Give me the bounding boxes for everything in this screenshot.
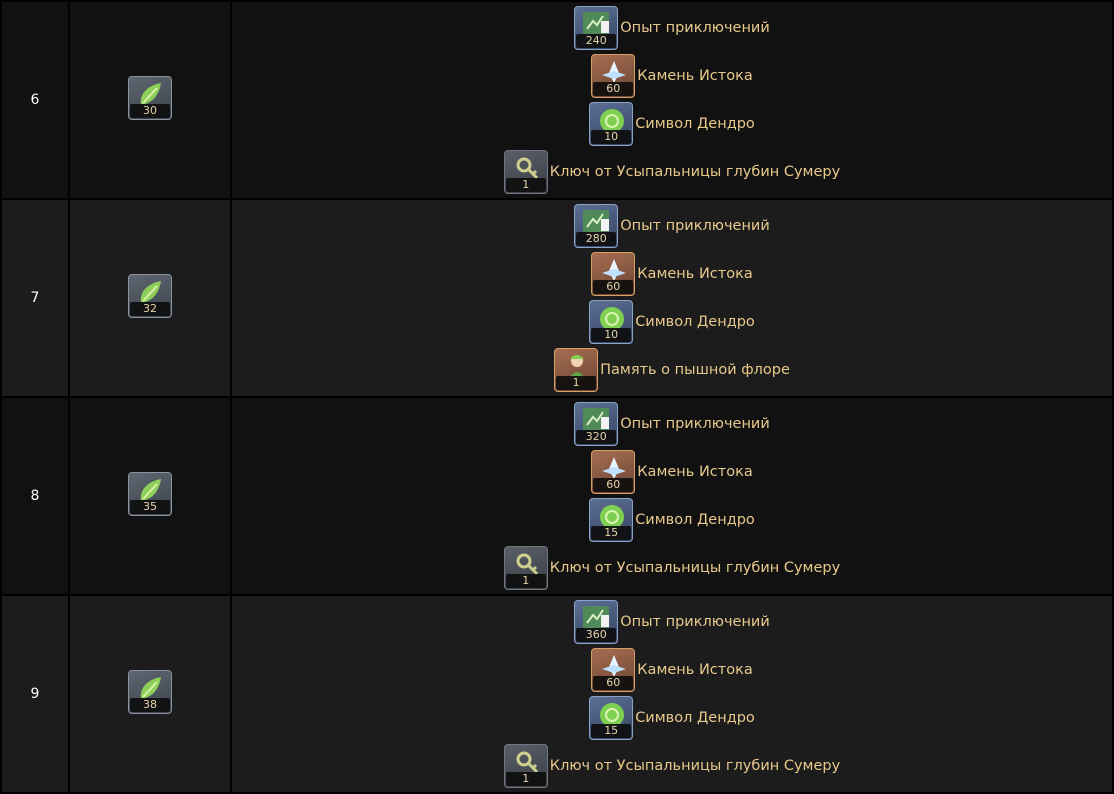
reward-name: Опыт приключений xyxy=(620,416,770,432)
item-count: 280 xyxy=(576,232,617,246)
reward-name: Ключ от Усыпальницы глубин Сумеру xyxy=(549,560,841,576)
reward-item[interactable]: 320 Опыт приключений xyxy=(574,400,770,448)
reward-item[interactable]: 240 Опыт приключений xyxy=(574,4,770,52)
reward-item[interactable]: 60 Камень Истока xyxy=(591,250,753,298)
dendro-leaf-token-icon[interactable]: 32 xyxy=(128,274,172,318)
adventure-exp-icon: 240 xyxy=(574,6,619,50)
reward-name: Ключ от Усыпальницы глубин Сумеру xyxy=(549,164,841,180)
reward-item[interactable]: 1 Ключ от Усыпальницы глубин Сумеру xyxy=(503,742,841,790)
crypt-key-icon: 1 xyxy=(503,150,548,194)
item-count: 10 xyxy=(591,130,632,144)
reward-name: Камень Истока xyxy=(637,662,753,678)
item-count: 15 xyxy=(591,724,632,738)
dendro-sigil-icon: 10 xyxy=(589,102,634,146)
reward-name: Опыт приключений xyxy=(620,20,770,36)
rewards-table: 6 30 240 Опыт приключений 60 Камень Исто… xyxy=(0,0,1114,794)
reward-name: Символ Дендро xyxy=(635,314,755,330)
flora-memory-figure-icon: 1 xyxy=(554,348,599,392)
item-count: 1 xyxy=(505,178,546,192)
reward-item[interactable]: 1 Память о пышной флоре xyxy=(554,346,790,394)
item-count: 15 xyxy=(591,526,632,540)
item-count: 60 xyxy=(593,478,634,492)
reward-item[interactable]: 10 Символ Дендро xyxy=(589,298,755,346)
reward-item[interactable]: 60 Камень Истока xyxy=(591,52,753,100)
rewards-cell: 360 Опыт приключений 60 Камень Истока 15… xyxy=(230,594,1114,794)
reward-name: Память о пышной флоре xyxy=(600,362,790,378)
item-count: 320 xyxy=(576,430,617,444)
reward-item[interactable]: 1 Ключ от Усыпальницы глубин Сумеру xyxy=(503,544,841,592)
item-count: 1 xyxy=(505,772,546,786)
reward-name: Камень Истока xyxy=(637,464,753,480)
crypt-key-icon: 1 xyxy=(503,546,548,590)
item-count: 60 xyxy=(593,676,634,690)
item-count: 30 xyxy=(130,104,170,118)
rewards-cell: 280 Опыт приключений 60 Камень Истока 10… xyxy=(230,198,1114,398)
dendro-leaf-token-icon[interactable]: 35 xyxy=(128,472,172,516)
level-number: 8 xyxy=(0,396,70,596)
item-count: 60 xyxy=(593,280,634,294)
primogem-icon: 60 xyxy=(591,648,636,692)
item-count: 32 xyxy=(130,302,170,316)
reward-item[interactable]: 360 Опыт приключений xyxy=(574,598,770,646)
level-number: 9 xyxy=(0,594,70,794)
table-row: 9 38 360 Опыт приключений 60 Камень Исто… xyxy=(0,594,1114,794)
reward-item[interactable]: 15 Символ Дендро xyxy=(589,694,755,742)
table-row: 6 30 240 Опыт приключений 60 Камень Исто… xyxy=(0,0,1114,200)
dendro-sigil-icon: 15 xyxy=(589,498,634,542)
reward-name: Опыт приключений xyxy=(620,614,770,630)
reward-item[interactable]: 10 Символ Дендро xyxy=(589,100,755,148)
item-count: 10 xyxy=(591,328,632,342)
item-count: 1 xyxy=(556,376,597,390)
level-number: 6 xyxy=(0,0,70,200)
reward-item[interactable]: 280 Опыт приключений xyxy=(574,202,770,250)
item-count: 360 xyxy=(576,628,617,642)
cost-cell: 38 xyxy=(68,594,232,794)
reward-name: Символ Дендро xyxy=(635,512,755,528)
crypt-key-icon: 1 xyxy=(503,744,548,788)
table-row: 7 32 280 Опыт приключений 60 Камень Исто… xyxy=(0,198,1114,398)
dendro-leaf-token-icon[interactable]: 30 xyxy=(128,76,172,120)
adventure-exp-icon: 280 xyxy=(574,204,619,248)
reward-name: Символ Дендро xyxy=(635,116,755,132)
item-count: 240 xyxy=(576,34,617,48)
reward-item[interactable]: 15 Символ Дендро xyxy=(589,496,755,544)
item-count: 38 xyxy=(130,698,170,712)
rewards-cell: 240 Опыт приключений 60 Камень Истока 10… xyxy=(230,0,1114,200)
level-number: 7 xyxy=(0,198,70,398)
reward-name: Символ Дендро xyxy=(635,710,755,726)
reward-name: Камень Истока xyxy=(637,68,753,84)
reward-name: Камень Истока xyxy=(637,266,753,282)
primogem-icon: 60 xyxy=(591,54,636,98)
table-row: 8 35 320 Опыт приключений 60 Камень Исто… xyxy=(0,396,1114,596)
cost-cell: 30 xyxy=(68,0,232,200)
primogem-icon: 60 xyxy=(591,252,636,296)
reward-name: Опыт приключений xyxy=(620,218,770,234)
item-count: 60 xyxy=(593,82,634,96)
adventure-exp-icon: 360 xyxy=(574,600,619,644)
dendro-leaf-token-icon[interactable]: 38 xyxy=(128,670,172,714)
cost-cell: 32 xyxy=(68,198,232,398)
item-count: 1 xyxy=(505,574,546,588)
cost-cell: 35 xyxy=(68,396,232,596)
reward-item[interactable]: 60 Камень Истока xyxy=(591,646,753,694)
item-count: 35 xyxy=(130,500,170,514)
rewards-cell: 320 Опыт приключений 60 Камень Истока 15… xyxy=(230,396,1114,596)
dendro-sigil-icon: 10 xyxy=(589,300,634,344)
primogem-icon: 60 xyxy=(591,450,636,494)
dendro-sigil-icon: 15 xyxy=(589,696,634,740)
reward-name: Ключ от Усыпальницы глубин Сумеру xyxy=(549,758,841,774)
adventure-exp-icon: 320 xyxy=(574,402,619,446)
reward-item[interactable]: 1 Ключ от Усыпальницы глубин Сумеру xyxy=(503,148,841,196)
reward-item[interactable]: 60 Камень Истока xyxy=(591,448,753,496)
